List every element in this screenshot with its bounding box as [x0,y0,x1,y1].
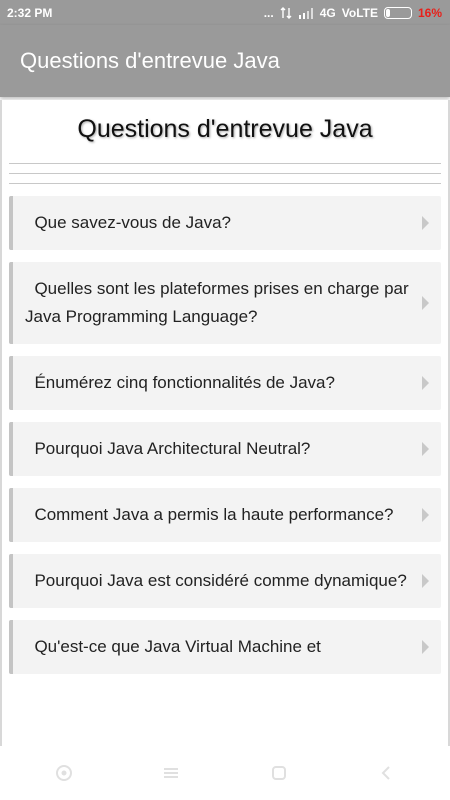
battery-percent: 16% [417,5,442,20]
question-text: Énumérez cinq fonctionnalités de Java? [34,373,335,392]
question-item[interactable]: Quelles sont les plateformes prises en c… [9,262,441,344]
square-icon [271,766,286,780]
more-dots-icon: ... [263,5,274,20]
question-item[interactable]: Pourquoi Java Architectural Neutral? [9,422,441,476]
battery-fill [385,8,391,17]
question-item[interactable]: Qu'est-ce que Java Virtual Machine et [9,620,441,674]
divider [9,183,441,184]
navigation-bar [0,746,450,800]
chevron-right-icon [422,574,429,588]
back-icon [381,766,390,780]
question-item[interactable]: Énumérez cinq fonctionnalités de Java? [9,356,441,410]
question-text: Qu'est-ce que Java Virtual Machine et [34,637,321,656]
question-text: Comment Java a permis la haute performan… [34,505,394,524]
app-bar: Questions d'entrevue Java [0,25,450,97]
status-bar: 2:32 PM ... 4G VoLTE 16% [0,0,450,25]
chevron-right-icon [422,640,429,654]
question-item[interactable]: Que savez-vous de Java? [9,196,441,250]
question-item[interactable]: Pourquoi Java est considéré comme dynami… [9,554,441,608]
page-title: Questions d'entrevue Java [77,115,373,143]
volte-label: VoLTE [341,5,378,20]
divider [9,173,441,174]
question-item[interactable]: Comment Java a permis la haute performan… [9,488,441,542]
home-button[interactable] [44,753,84,793]
home-circle-icon [55,765,72,781]
app-title: Questions d'entrevue Java [20,48,280,73]
question-text: Quelles sont les plateformes prises en c… [25,279,409,326]
status-indicators: ... 4G VoLTE 16% [264,6,442,20]
chevron-right-icon [422,216,429,230]
back-button[interactable] [366,753,406,793]
question-text: Pourquoi Java est considéré comme dynami… [34,571,407,590]
chevron-right-icon [422,442,429,456]
network-type: 4G [319,5,336,20]
chevron-right-icon [422,508,429,522]
recents-button[interactable] [259,753,299,793]
divider [9,163,441,164]
data-transfer-icon [280,6,292,19]
question-text: Que savez-vous de Java? [34,213,232,232]
menu-icon [164,768,179,778]
signal-icon [298,7,313,19]
chevron-right-icon [422,376,429,390]
question-list: Que savez-vous de Java? Quelles sont les… [2,196,448,674]
chevron-right-icon [422,296,429,310]
menu-button[interactable] [151,753,191,793]
battery-icon [383,6,412,19]
question-text: Pourquoi Java Architectural Neutral? [34,439,311,458]
content-area[interactable]: Questions d'entrevue Java Que savez-vous… [0,100,450,746]
status-time: 2:32 PM [7,5,53,20]
